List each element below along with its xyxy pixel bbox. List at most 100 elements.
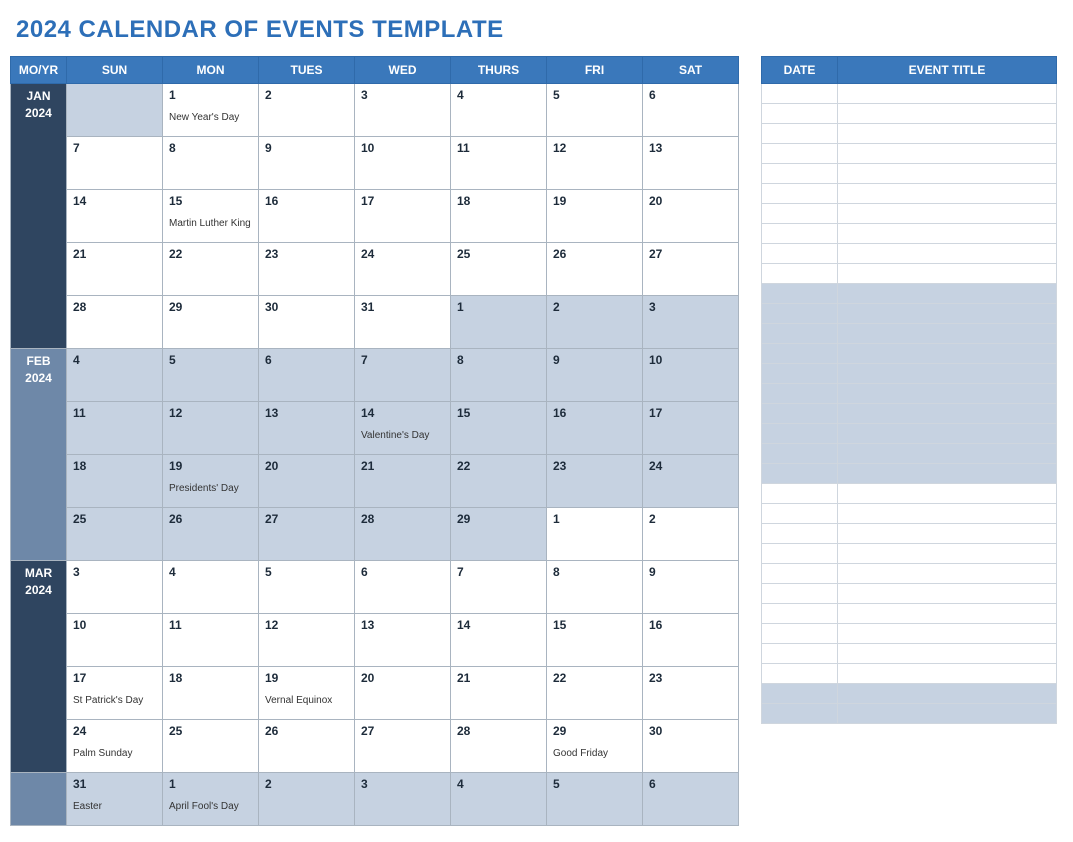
event-date-cell[interactable] xyxy=(762,224,838,244)
day-cell[interactable]: 12 xyxy=(547,137,643,190)
day-cell[interactable]: 23 xyxy=(547,455,643,508)
day-cell[interactable]: 20 xyxy=(643,190,739,243)
event-date-cell[interactable] xyxy=(762,684,838,704)
event-title-cell[interactable] xyxy=(838,644,1057,664)
day-cell[interactable]: 1New Year's Day xyxy=(163,84,259,137)
day-cell[interactable]: 2 xyxy=(259,773,355,826)
day-cell[interactable]: 28 xyxy=(67,296,163,349)
event-date-cell[interactable] xyxy=(762,604,838,624)
day-cell[interactable]: 25 xyxy=(451,243,547,296)
day-cell[interactable]: 8 xyxy=(547,561,643,614)
day-cell[interactable]: 6 xyxy=(355,561,451,614)
event-title-cell[interactable] xyxy=(838,464,1057,484)
day-cell[interactable]: 15 xyxy=(547,614,643,667)
day-cell[interactable]: 24 xyxy=(643,455,739,508)
event-date-cell[interactable] xyxy=(762,184,838,204)
day-cell[interactable]: 27 xyxy=(355,720,451,773)
event-date-cell[interactable] xyxy=(762,164,838,184)
day-cell[interactable]: 23 xyxy=(643,667,739,720)
day-cell[interactable]: 19 xyxy=(547,190,643,243)
day-cell[interactable]: 12 xyxy=(163,402,259,455)
day-cell[interactable]: 21 xyxy=(67,243,163,296)
day-cell[interactable]: 7 xyxy=(355,349,451,402)
event-date-cell[interactable] xyxy=(762,324,838,344)
day-cell[interactable]: 16 xyxy=(259,190,355,243)
day-cell[interactable]: 4 xyxy=(451,84,547,137)
day-cell[interactable]: 4 xyxy=(451,773,547,826)
day-cell[interactable]: 8 xyxy=(451,349,547,402)
day-cell[interactable]: 28 xyxy=(355,508,451,561)
event-title-cell[interactable] xyxy=(838,84,1057,104)
event-title-cell[interactable] xyxy=(838,624,1057,644)
event-date-cell[interactable] xyxy=(762,524,838,544)
event-title-cell[interactable] xyxy=(838,484,1057,504)
day-cell[interactable]: 3 xyxy=(355,84,451,137)
day-cell[interactable]: 18 xyxy=(67,455,163,508)
day-cell[interactable]: 22 xyxy=(451,455,547,508)
event-title-cell[interactable] xyxy=(838,164,1057,184)
event-title-cell[interactable] xyxy=(838,124,1057,144)
event-date-cell[interactable] xyxy=(762,304,838,324)
event-date-cell[interactable] xyxy=(762,484,838,504)
day-cell[interactable]: 6 xyxy=(643,84,739,137)
event-date-cell[interactable] xyxy=(762,264,838,284)
day-cell[interactable]: 11 xyxy=(451,137,547,190)
day-cell[interactable]: 5 xyxy=(163,349,259,402)
day-cell[interactable]: 5 xyxy=(547,773,643,826)
day-cell[interactable]: 18 xyxy=(451,190,547,243)
day-cell[interactable]: 6 xyxy=(643,773,739,826)
day-cell[interactable]: 5 xyxy=(259,561,355,614)
day-cell[interactable]: 28 xyxy=(451,720,547,773)
day-cell[interactable]: 13 xyxy=(643,137,739,190)
event-title-cell[interactable] xyxy=(838,184,1057,204)
day-cell[interactable]: 4 xyxy=(67,349,163,402)
event-date-cell[interactable] xyxy=(762,144,838,164)
day-cell[interactable]: 30 xyxy=(259,296,355,349)
day-cell[interactable]: 22 xyxy=(547,667,643,720)
event-date-cell[interactable] xyxy=(762,84,838,104)
event-title-cell[interactable] xyxy=(838,244,1057,264)
day-cell[interactable]: 26 xyxy=(259,720,355,773)
event-title-cell[interactable] xyxy=(838,664,1057,684)
event-date-cell[interactable] xyxy=(762,544,838,564)
day-cell[interactable]: 13 xyxy=(355,614,451,667)
day-cell[interactable]: 16 xyxy=(643,614,739,667)
day-cell[interactable]: 8 xyxy=(163,137,259,190)
day-cell[interactable]: 10 xyxy=(643,349,739,402)
event-date-cell[interactable] xyxy=(762,344,838,364)
day-cell[interactable]: 9 xyxy=(259,137,355,190)
day-cell[interactable]: 17 xyxy=(643,402,739,455)
day-cell[interactable]: 11 xyxy=(67,402,163,455)
event-title-cell[interactable] xyxy=(838,504,1057,524)
event-title-cell[interactable] xyxy=(838,104,1057,124)
event-date-cell[interactable] xyxy=(762,564,838,584)
event-date-cell[interactable] xyxy=(762,284,838,304)
day-cell[interactable] xyxy=(67,84,163,137)
event-date-cell[interactable] xyxy=(762,104,838,124)
day-cell[interactable]: 5 xyxy=(547,84,643,137)
day-cell[interactable]: 25 xyxy=(67,508,163,561)
day-cell[interactable]: 21 xyxy=(451,667,547,720)
event-title-cell[interactable] xyxy=(838,304,1057,324)
event-title-cell[interactable] xyxy=(838,404,1057,424)
event-title-cell[interactable] xyxy=(838,204,1057,224)
event-date-cell[interactable] xyxy=(762,624,838,644)
event-date-cell[interactable] xyxy=(762,424,838,444)
day-cell[interactable]: 15 xyxy=(451,402,547,455)
event-title-cell[interactable] xyxy=(838,324,1057,344)
day-cell[interactable]: 1April Fool's Day xyxy=(163,773,259,826)
event-title-cell[interactable] xyxy=(838,264,1057,284)
day-cell[interactable]: 13 xyxy=(259,402,355,455)
day-cell[interactable]: 25 xyxy=(163,720,259,773)
day-cell[interactable]: 18 xyxy=(163,667,259,720)
day-cell[interactable]: 30 xyxy=(643,720,739,773)
event-title-cell[interactable] xyxy=(838,544,1057,564)
day-cell[interactable]: 29Good Friday xyxy=(547,720,643,773)
day-cell[interactable]: 24Palm Sunday xyxy=(67,720,163,773)
day-cell[interactable]: 20 xyxy=(355,667,451,720)
day-cell[interactable]: 29 xyxy=(163,296,259,349)
event-title-cell[interactable] xyxy=(838,424,1057,444)
event-date-cell[interactable] xyxy=(762,464,838,484)
event-date-cell[interactable] xyxy=(762,704,838,724)
event-date-cell[interactable] xyxy=(762,404,838,424)
